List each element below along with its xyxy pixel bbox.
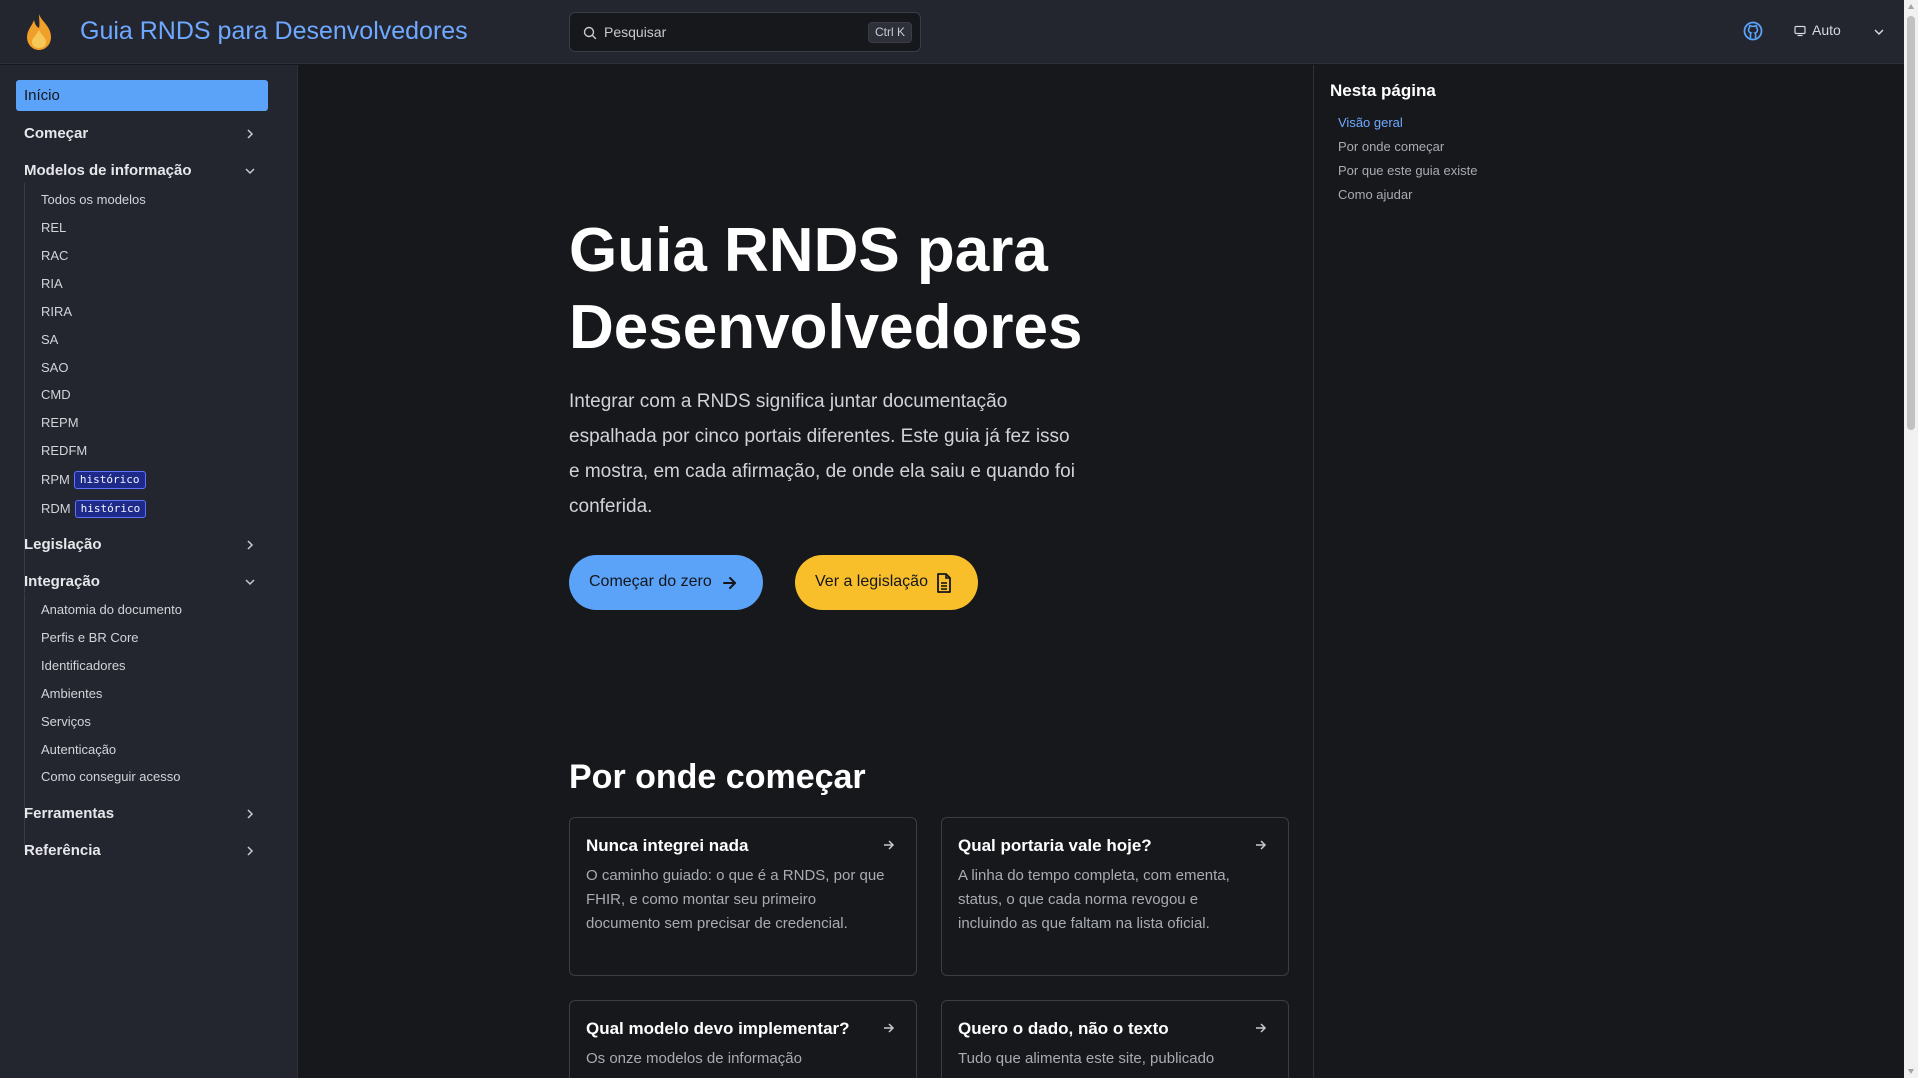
sidebar-item-cmd[interactable]: CMD	[41, 387, 71, 402]
sidebar-nav: Início Começar Modelos de informação Tod…	[0, 65, 298, 1078]
sidebar-group-comecar[interactable]: Começar	[24, 125, 88, 142]
chevron-right-icon[interactable]	[243, 807, 257, 821]
monitor-icon	[1794, 25, 1806, 37]
sidebar-item-anatomia[interactable]: Anatomia do documento	[41, 602, 182, 617]
sidebar-item-acesso[interactable]: Como conseguir acesso	[41, 769, 180, 784]
arrow-right-icon	[884, 1023, 895, 1033]
sidebar-item-label: Início	[24, 87, 60, 104]
sidebar-item-rac[interactable]: RAC	[41, 248, 68, 263]
card-description: Tudo que alimenta este site, publicado	[958, 1050, 1215, 1067]
sidebar-group-referencia[interactable]: Referência	[24, 842, 101, 859]
card-never-integrated[interactable]: Nunca integrei nada O caminho guiado: o …	[569, 817, 917, 976]
card-title: Qual modelo devo implementar?	[586, 1019, 850, 1038]
card-description: O caminho guiado: o que é a RNDS, por qu…	[586, 867, 885, 932]
arrow-right-icon	[723, 577, 736, 589]
sidebar-item-rira[interactable]: RIRA	[41, 304, 72, 319]
arrow-right-icon	[1256, 1023, 1267, 1033]
chevron-right-icon[interactable]	[243, 538, 257, 552]
document-icon	[937, 573, 951, 593]
page-title: Guia RNDS para Desenvolvedores	[569, 216, 1083, 362]
arrow-right-icon	[884, 840, 895, 850]
sidebar-item-sao[interactable]: SAO	[41, 360, 68, 375]
toc-title: Nesta página	[1330, 81, 1436, 100]
scroll-up-arrow-icon[interactable]	[1907, 3, 1915, 11]
sidebar-item-rpm[interactable]: RPM histórico	[41, 471, 146, 489]
sidebar-item-ambientes[interactable]: Ambientes	[41, 686, 102, 701]
search-input[interactable]: Pesquisar Ctrl K	[569, 12, 921, 52]
sidebar-item-servicos[interactable]: Serviços	[41, 714, 91, 729]
sidebar-item-todos-modelos[interactable]: Todos os modelos	[41, 192, 146, 207]
sidebar-item-autenticacao[interactable]: Autenticação	[41, 742, 116, 757]
chevron-down-icon[interactable]	[243, 164, 257, 178]
card-description: Os onze modelos de informação	[586, 1050, 802, 1067]
chevron-down-icon[interactable]	[243, 575, 257, 589]
card-which-ordinance[interactable]: Qual portaria vale hoje? A linha do temp…	[941, 817, 1289, 976]
toc-item-visao-geral[interactable]: Visão geral	[1338, 115, 1403, 130]
card-which-model[interactable]: Qual modelo devo implementar? Os onze mo…	[569, 1000, 917, 1078]
sidebar-item-rel[interactable]: REL	[41, 220, 66, 235]
sidebar-item-label: RDM	[41, 501, 71, 516]
sidebar-item-inicio[interactable]: Início	[16, 80, 268, 111]
view-legislation-button[interactable]: Ver a legislação	[795, 555, 978, 610]
search-shortcut: Ctrl K	[868, 22, 912, 43]
arrow-right-icon	[1256, 840, 1267, 850]
sidebar-group-legislacao[interactable]: Legislação	[24, 536, 102, 553]
section-title: Por onde começar	[569, 758, 866, 796]
start-from-zero-button[interactable]: Começar do zero	[569, 555, 763, 610]
search-placeholder: Pesquisar	[604, 24, 667, 40]
chevron-down-icon	[1874, 29, 1884, 36]
sidebar-group-modelos[interactable]: Modelos de informação	[24, 162, 192, 179]
github-icon[interactable]	[1743, 21, 1763, 41]
sidebar-group-ferramentas[interactable]: Ferramentas	[24, 805, 114, 822]
sidebar-item-label: RPM	[41, 472, 70, 487]
page-scrollbar[interactable]	[1904, 0, 1918, 1078]
sidebar-group-integracao[interactable]: Integração	[24, 573, 100, 590]
sidebar-item-perfis[interactable]: Perfis e BR Core	[41, 630, 139, 645]
chevron-right-icon[interactable]	[243, 127, 257, 141]
card-title: Nunca integrei nada	[586, 836, 749, 855]
subnav-guide-line	[24, 183, 25, 593]
hero-description: Integrar com a RNDS significa juntar doc…	[569, 391, 1075, 517]
sidebar-item-sa[interactable]: SA	[41, 332, 58, 347]
button-label: Começar do zero	[589, 573, 712, 590]
card-title: Quero o dado, não o texto	[958, 1019, 1169, 1038]
search-icon	[583, 26, 597, 40]
toc-item-por-que-existe[interactable]: Por que este guia existe	[1338, 163, 1477, 178]
table-of-contents: Nesta página Visão geral Por onde começa…	[1313, 65, 1903, 1078]
toc-item-por-onde-comecar[interactable]: Por onde começar	[1338, 139, 1444, 154]
site-title[interactable]: Guia RNDS para Desenvolvedores	[80, 17, 468, 46]
theme-label: Auto	[1812, 22, 1841, 38]
card-description: A linha do tempo completa, com ementa, s…	[958, 867, 1230, 932]
flame-logo-icon[interactable]	[22, 12, 56, 52]
scroll-down-arrow-icon[interactable]	[1907, 1067, 1915, 1075]
card-title: Qual portaria vale hoje?	[958, 836, 1152, 855]
toc-item-como-ajudar[interactable]: Como ajudar	[1338, 187, 1412, 202]
sidebar-item-redfm[interactable]: REDFM	[41, 443, 87, 458]
sidebar-item-identificadores[interactable]: Identificadores	[41, 658, 126, 673]
card-want-data[interactable]: Quero o dado, não o texto Tudo que alime…	[941, 1000, 1289, 1078]
button-label: Ver a legislação	[815, 573, 928, 590]
historico-badge: histórico	[74, 500, 147, 518]
historico-badge: histórico	[73, 471, 146, 489]
scrollbar-thumb[interactable]	[1907, 16, 1915, 430]
sidebar-item-rdm[interactable]: RDM histórico	[41, 500, 147, 518]
sidebar-item-repm[interactable]: REPM	[41, 415, 79, 430]
sidebar-item-ria[interactable]: RIA	[41, 276, 63, 291]
top-bar: Guia RNDS para Desenvolvedores Pesquisar…	[0, 0, 1904, 64]
chevron-right-icon[interactable]	[243, 844, 257, 858]
